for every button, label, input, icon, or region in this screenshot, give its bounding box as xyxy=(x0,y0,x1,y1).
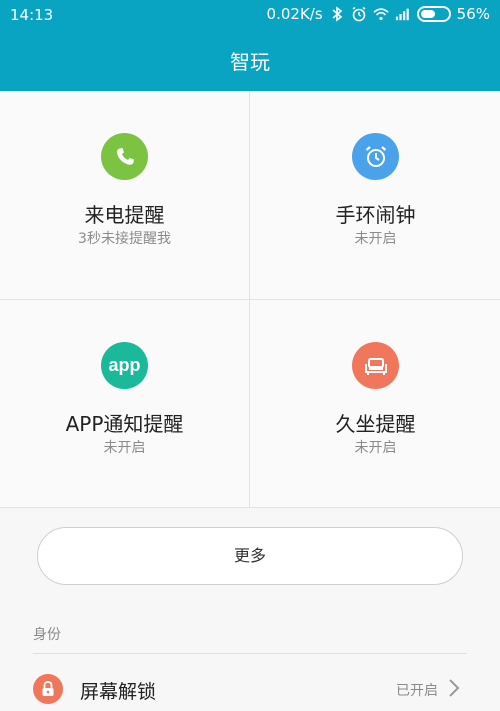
call-reminder-label: 来电提醒 xyxy=(84,203,165,227)
status-bar: 14:13 0.02K/s 56% xyxy=(0,0,500,30)
feature-band-alarm[interactable]: 手环闹钟 未开启 xyxy=(251,91,500,299)
band-alarm-status: 未开启 xyxy=(354,231,397,247)
lock-icon xyxy=(42,681,54,696)
app-notification-label: APP通知提醒 xyxy=(65,412,184,436)
band-alarm-icon-circle xyxy=(352,133,399,180)
screen-unlock-row[interactable]: 屏幕解锁 已开启 xyxy=(0,665,500,711)
grid-divider-horizontal xyxy=(0,299,500,300)
section-divider xyxy=(33,653,467,654)
alarm-clock-icon xyxy=(365,145,386,167)
feature-call-reminder[interactable]: 来电提醒 3秒未接提醒我 xyxy=(0,91,249,299)
page-title: 智玩 xyxy=(230,50,270,74)
sedentary-label: 久坐提醒 xyxy=(335,412,416,436)
feature-grid: 来电提醒 3秒未接提醒我 手环闹钟 未开启 app APP通知提醒 未开启 久坐… xyxy=(0,91,500,508)
more-button[interactable]: 更多 xyxy=(37,527,463,585)
sedentary-status: 未开启 xyxy=(354,440,397,456)
feature-sedentary-reminder[interactable]: 久坐提醒 未开启 xyxy=(251,300,500,508)
battery-icon xyxy=(416,6,451,22)
bluetooth-icon xyxy=(329,6,345,22)
screen-unlock-label: 屏幕解锁 xyxy=(80,681,157,703)
app-notification-status: 未开启 xyxy=(103,440,146,456)
signal-icon xyxy=(395,6,411,22)
screen-unlock-status: 已开启 xyxy=(396,683,438,699)
status-time: 14:13 xyxy=(10,6,54,24)
alarm-status-icon xyxy=(351,6,367,22)
band-alarm-label: 手环闹钟 xyxy=(335,203,416,227)
phone-icon xyxy=(116,147,134,165)
battery-percent: 56% xyxy=(456,5,490,23)
wifi-icon xyxy=(373,6,389,22)
battery-level xyxy=(420,10,436,18)
screen-unlock-icon-circle xyxy=(33,674,63,704)
network-speed: 0.02K/s xyxy=(266,5,323,23)
call-reminder-icon-circle xyxy=(101,133,148,180)
sedentary-icon-circle xyxy=(352,342,399,389)
sofa-icon xyxy=(364,357,387,375)
call-reminder-status: 3秒未接提醒我 xyxy=(78,231,171,247)
app-notification-icon-circle: app xyxy=(101,342,148,389)
chevron-right-icon xyxy=(449,679,460,697)
app-icon: app xyxy=(108,355,141,375)
top-bar: 14:13 0.02K/s 56% 智玩 xyxy=(0,0,500,91)
status-right: 0.02K/s 56% xyxy=(267,5,490,23)
feature-app-notification[interactable]: app APP通知提醒 未开启 xyxy=(0,300,249,508)
identity-section-title: 身份 xyxy=(33,627,61,643)
